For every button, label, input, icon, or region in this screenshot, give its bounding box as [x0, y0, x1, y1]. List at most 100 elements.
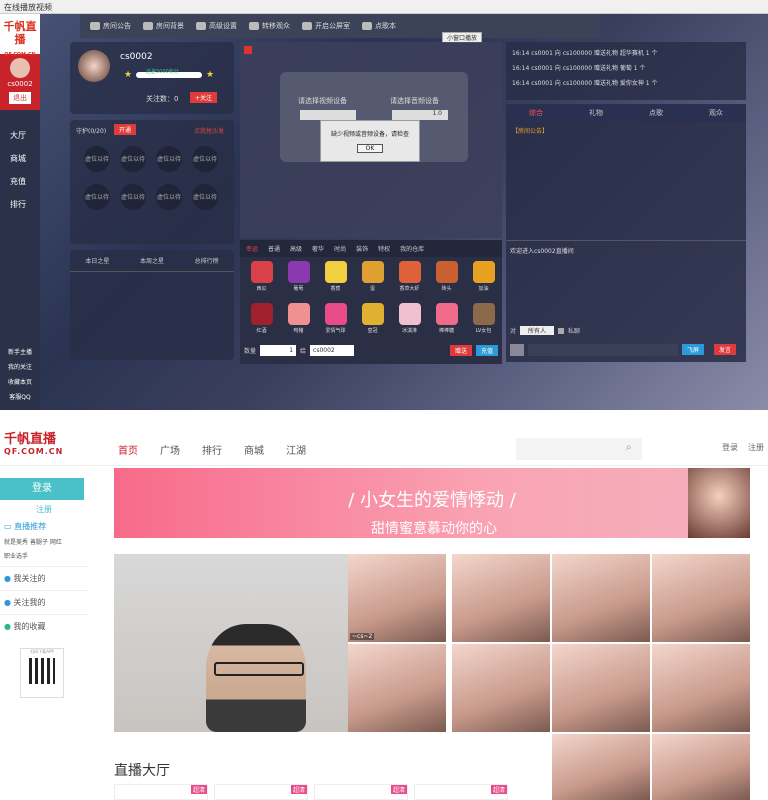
toolbar-songbook[interactable]: 点歌本 [362, 21, 396, 31]
tab-songs[interactable]: 点歌 [649, 108, 663, 118]
target-select[interactable]: cs0002 [310, 345, 355, 356]
login-link[interactable]: 登录 [722, 442, 738, 453]
grab-seat-link[interactable]: 点我抢沙发 [194, 126, 224, 135]
tag[interactable]: 职业选手 [4, 553, 28, 560]
private-checkbox[interactable] [558, 327, 565, 334]
streamer-thumb[interactable] [552, 554, 650, 642]
register-button[interactable]: 注册 [0, 500, 88, 519]
send-message-button[interactable]: 发言 [714, 344, 737, 355]
fly-screen-button[interactable]: 飞屏 [682, 344, 705, 355]
gift-item[interactable]: 吻猪 [281, 301, 316, 341]
room-card[interactable]: 超清 [214, 784, 308, 800]
emoji-icon[interactable] [510, 344, 524, 356]
gift-item[interactable]: 香蕉 [318, 259, 353, 299]
new-host-link[interactable]: 新手主播 [0, 344, 40, 359]
login-button[interactable]: 登录 [0, 478, 84, 500]
chat-input[interactable] [528, 344, 678, 356]
nav-plaza[interactable]: 广场 [160, 442, 180, 457]
follow-button[interactable]: +关注 [190, 92, 218, 103]
tab-privilege[interactable]: 特权 [378, 244, 390, 253]
streamer-thumb[interactable] [452, 644, 550, 732]
tab-normal[interactable]: 普通 [268, 244, 280, 253]
guard-seat[interactable]: 虚位以待 [156, 184, 182, 210]
tab-today-star[interactable]: 本日之星 [85, 256, 109, 265]
gift-item[interactable]: 蛋 [355, 259, 390, 299]
register-link[interactable]: 注册 [748, 442, 764, 453]
streamer-thumb[interactable] [452, 554, 550, 642]
tab-gifts[interactable]: 礼物 [589, 108, 603, 118]
gift-item[interactable]: 爱情气球 [318, 301, 353, 341]
sidebar-item-recharge[interactable]: 充值 [0, 170, 40, 193]
tab-all[interactable]: 综合 [529, 108, 543, 118]
gift-item[interactable]: 香草大虾 [392, 259, 427, 299]
toolbar-transfer[interactable]: 转移观众 [249, 21, 290, 31]
tag[interactable]: 就是美秀 [4, 539, 28, 546]
nav-ranking[interactable]: 排行 [202, 442, 222, 457]
guard-seat[interactable]: 虚位以待 [156, 146, 182, 172]
streamer-thumb[interactable] [552, 734, 650, 800]
room-card[interactable]: 超清 [314, 784, 408, 800]
gift-item[interactable]: 皇冠 [355, 301, 390, 341]
promo-banner[interactable]: ∕ 小女生的爱情悸动 ∕ 甜情蜜意慕动你的心 [114, 468, 750, 538]
guard-seat[interactable]: 虚位以待 [120, 146, 146, 172]
tab-luxury[interactable]: 奢华 [312, 244, 324, 253]
site-logo[interactable]: 千帆直播 QF.COM.CN [4, 428, 63, 456]
room-card[interactable]: 超清 [414, 784, 508, 800]
guard-seat[interactable]: 虚位以待 [192, 184, 218, 210]
featured-video[interactable] [114, 554, 348, 732]
my-follow-link[interactable]: 我的关注 [0, 359, 40, 374]
streamer-thumb[interactable] [652, 644, 750, 732]
tag[interactable]: 网红 [50, 539, 62, 546]
toolbar-background[interactable]: 房间背景 [143, 21, 184, 31]
ok-button[interactable]: OK [356, 144, 384, 153]
gift-item[interactable]: 冰淇淋 [392, 301, 427, 341]
gift-item[interactable]: 棒棒糖 [429, 301, 464, 341]
tab-total-rank[interactable]: 总排行榜 [195, 256, 219, 265]
nav-store[interactable]: 商城 [244, 442, 264, 457]
tab-audience[interactable]: 观众 [709, 108, 723, 118]
nav-jianghu[interactable]: 江湖 [286, 442, 306, 457]
tab-week-star[interactable]: 本周之星 [140, 256, 164, 265]
bookmark-link[interactable]: 收藏本页 [0, 374, 40, 389]
guard-open-button[interactable]: 开通 [114, 124, 137, 135]
room-card[interactable]: 超清 [114, 784, 208, 800]
search-input[interactable] [516, 438, 642, 460]
sidebar-item-store[interactable]: 商城 [0, 147, 40, 170]
streamer-thumb[interactable] [652, 554, 750, 642]
streamer-thumb[interactable] [348, 644, 446, 732]
guard-seat[interactable]: 虚位以待 [120, 184, 146, 210]
tab-fashion[interactable]: 时尚 [334, 244, 346, 253]
send-gift-button[interactable]: 赠送 [449, 345, 472, 356]
recharge-button[interactable]: 充值 [475, 345, 498, 356]
search-icon[interactable]: ⌕ [626, 442, 632, 453]
gift-item[interactable]: 砖头 [429, 259, 464, 299]
nav-home[interactable]: 首页 [118, 442, 138, 457]
tab-warehouse[interactable]: 我的仓库 [400, 244, 424, 253]
sidebar-item-hall[interactable]: 大厅 [0, 124, 40, 147]
recipient-select[interactable]: 所有人 [520, 326, 555, 335]
toolbar-announcement[interactable]: 房间公告 [90, 21, 131, 31]
host-avatar[interactable] [78, 50, 110, 82]
gift-item[interactable]: 西瓜 [244, 259, 279, 299]
video-device-select[interactable] [300, 110, 356, 120]
guard-seat[interactable]: 虚位以待 [84, 146, 110, 172]
sidebar-item-ranking[interactable]: 排行 [0, 193, 40, 216]
audio-device-select[interactable]: 1.0 [392, 110, 448, 120]
toolbar-settings[interactable]: 高级设置 [196, 21, 237, 31]
guard-seat[interactable]: 虚位以待 [192, 146, 218, 172]
tab-advanced[interactable]: 高级 [290, 244, 302, 253]
gift-item[interactable]: 加油 [466, 259, 501, 299]
side-link-fans[interactable]: ● 关注我的 [0, 590, 88, 614]
streamer-thumb[interactable] [652, 734, 750, 800]
side-link-follow[interactable]: ● 我关注的 [0, 566, 88, 590]
side-link-favorites[interactable]: ● 我的收藏 [0, 614, 88, 638]
gift-item[interactable]: LV女包 [466, 301, 501, 341]
gift-item[interactable]: 葡萄 [281, 259, 316, 299]
support-qq-link[interactable]: 客服QQ [0, 389, 40, 404]
streamer-thumb[interactable] [552, 644, 650, 732]
tag[interactable]: 善腿子 [30, 539, 48, 546]
streamer-thumb[interactable]: ~cs~2 [348, 554, 446, 642]
exit-button[interactable]: 退出 [9, 92, 31, 104]
guard-seat[interactable]: 虚位以待 [84, 184, 110, 210]
tab-lucky[interactable]: 幸运 [246, 244, 258, 253]
